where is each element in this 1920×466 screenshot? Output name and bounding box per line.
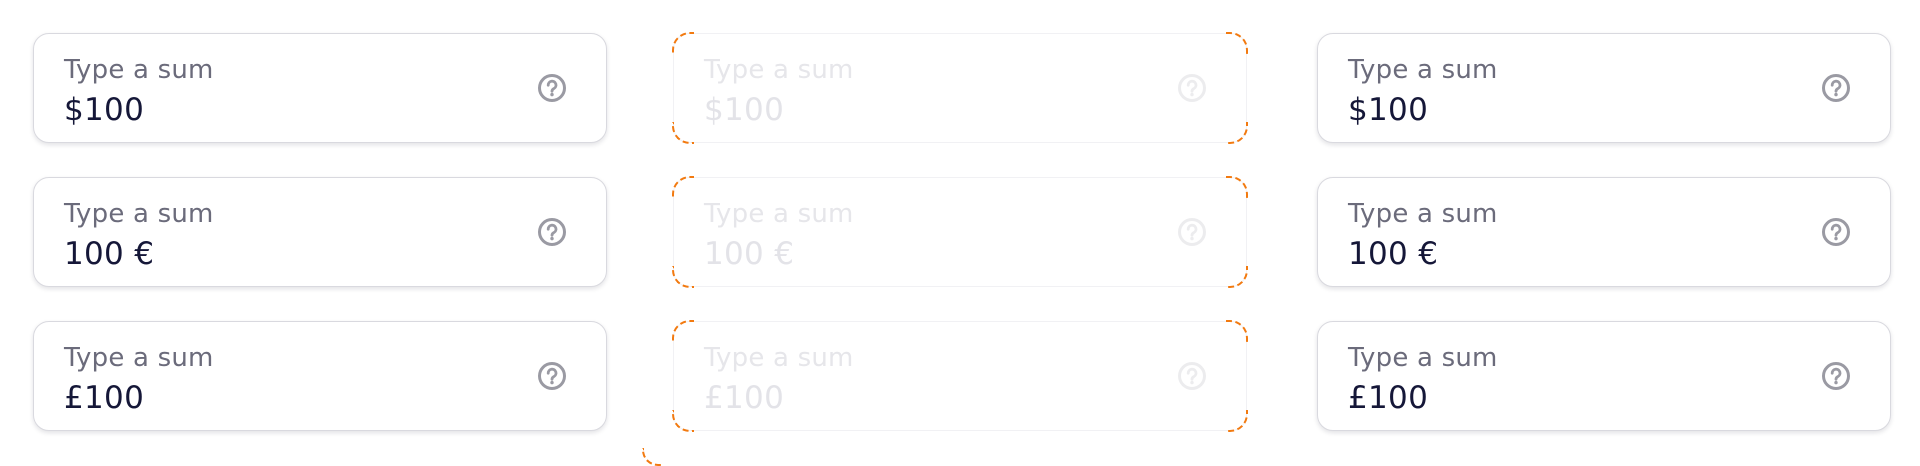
sum-input-eur[interactable]: Type a sum 100 € — [1317, 177, 1891, 287]
sum-input-gbp[interactable]: Type a sum £100 — [33, 321, 607, 431]
sum-input-eur[interactable]: Type a sum 100 € — [33, 177, 607, 287]
sum-input-usd-disabled: Type a sum $100 — [672, 32, 1248, 144]
focus-corner — [672, 266, 694, 288]
panel-default-right: Type a sum $100 Type a sum 100 € Type a … — [1280, 0, 1920, 466]
sum-input-eur-disabled: Type a sum 100 € — [672, 176, 1248, 288]
focus-corner — [672, 176, 694, 198]
field-label: Type a sum — [704, 55, 854, 85]
focus-corner — [1226, 176, 1248, 198]
field-label: Type a sum — [1348, 343, 1498, 373]
focus-corner — [672, 32, 694, 54]
focus-corner — [672, 320, 694, 342]
panel-default-left: Type a sum $100 Type a sum 100 € Type a … — [0, 0, 640, 466]
focus-corner — [1226, 266, 1248, 288]
field-label: Type a sum — [704, 343, 854, 373]
field-value: £100 — [704, 380, 785, 416]
field-value[interactable]: £100 — [64, 379, 144, 417]
field-value: $100 — [704, 92, 785, 128]
field-label: Type a sum — [64, 199, 214, 229]
focus-corner — [672, 410, 694, 432]
field-label: Type a sum — [704, 199, 854, 229]
field-label: Type a sum — [64, 55, 214, 85]
sum-input-usd[interactable]: Type a sum $100 — [33, 33, 607, 143]
field-value[interactable]: $100 — [64, 91, 144, 129]
sum-input-usd[interactable]: Type a sum $100 — [1317, 33, 1891, 143]
sum-input-gbp[interactable]: Type a sum £100 — [1317, 321, 1891, 431]
currency-fields-showcase: Type a sum $100 Type a sum 100 € Type a … — [0, 0, 1920, 466]
focus-corner — [672, 122, 694, 144]
panel-disabled-middle: Type a sum $100 Type a sum 100 € Type a … — [640, 0, 1280, 466]
field-label: Type a sum — [1348, 55, 1498, 85]
field-value[interactable]: 100 € — [64, 235, 154, 273]
field-value[interactable]: 100 € — [1348, 235, 1438, 273]
help-circle-icon[interactable] — [1821, 73, 1851, 103]
help-circle-icon — [1177, 73, 1207, 103]
focus-corner — [1226, 320, 1248, 342]
field-label: Type a sum — [64, 343, 214, 373]
focus-corner — [1226, 122, 1248, 144]
sum-input-gbp-disabled: Type a sum £100 — [672, 320, 1248, 432]
field-label: Type a sum — [1348, 199, 1498, 229]
help-circle-icon[interactable] — [1821, 361, 1851, 391]
field-value[interactable]: $100 — [1348, 91, 1428, 129]
field-value[interactable]: £100 — [1348, 379, 1428, 417]
focus-corner — [1226, 32, 1248, 54]
help-circle-icon[interactable] — [537, 73, 567, 103]
help-circle-icon — [1177, 217, 1207, 247]
help-circle-icon[interactable] — [537, 217, 567, 247]
help-circle-icon[interactable] — [1821, 217, 1851, 247]
field-value: 100 € — [704, 236, 795, 272]
help-circle-icon — [1177, 361, 1207, 391]
help-circle-icon[interactable] — [537, 361, 567, 391]
focus-corner — [1226, 410, 1248, 432]
